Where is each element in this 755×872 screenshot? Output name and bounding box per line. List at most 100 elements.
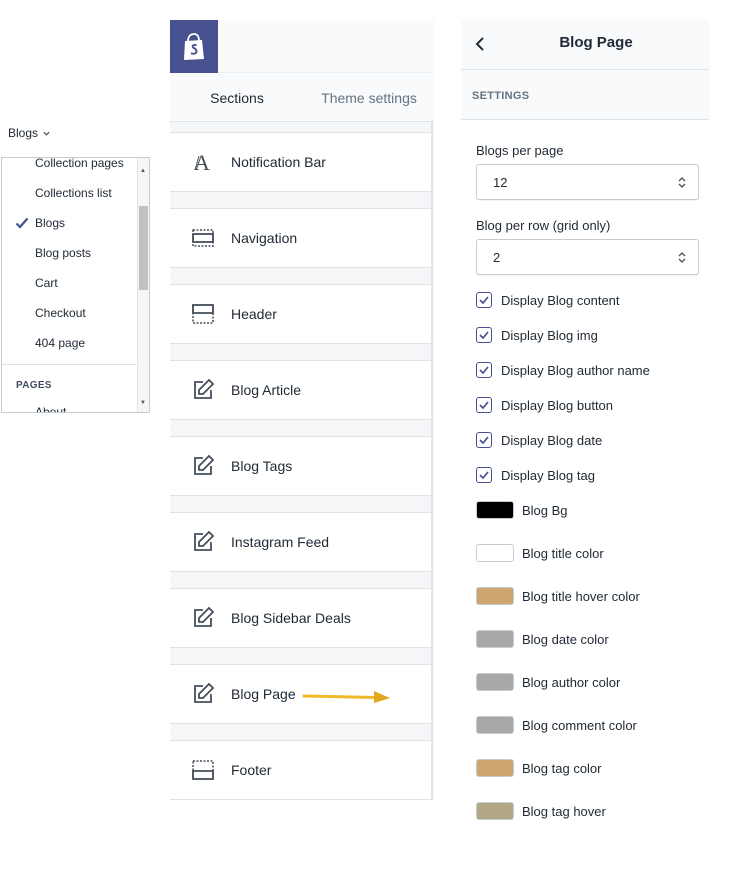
menu-item-label: About — [35, 405, 67, 413]
annotation-arrow-icon — [302, 691, 390, 703]
color-swatch[interactable] — [476, 716, 514, 734]
menu-item-404-page[interactable]: 404 page — [2, 328, 138, 358]
color-setting-blog-date-color[interactable]: Blog date color — [476, 629, 609, 649]
checkmark-icon — [479, 401, 489, 410]
checkbox[interactable] — [476, 362, 492, 378]
select-value: 2 — [493, 250, 501, 265]
checkbox-label: Display Blog date — [501, 432, 603, 448]
checkbox-label: Display Blog img — [501, 327, 598, 343]
color-setting-blog-title-color[interactable]: Blog title color — [476, 543, 604, 563]
tab-theme-settings[interactable]: Theme settings — [304, 73, 434, 122]
color-setting-blog-tag-hover[interactable]: Blog tag hover — [476, 801, 606, 821]
menu-item-collections-list[interactable]: Collections list — [2, 178, 138, 208]
color-swatch[interactable] — [476, 802, 514, 820]
menu-item-blog-posts[interactable]: Blog posts — [2, 238, 138, 268]
checkbox-display-blog-date[interactable]: Display Blog date — [476, 431, 602, 449]
section-label: Header — [231, 306, 277, 322]
color-swatch[interactable] — [476, 630, 514, 648]
section-footer[interactable]: Footer — [170, 740, 431, 800]
section-notification-bar[interactable]: A Notification Bar — [170, 132, 431, 192]
section-label: Instagram Feed — [231, 534, 330, 550]
editor-tabs: Sections Theme settings — [170, 73, 434, 175]
page-selector-menu: Collection pages Collections list Blogs … — [1, 157, 150, 413]
shopify-logo[interactable] — [170, 20, 218, 73]
menu-item-label: Collection pages — [35, 157, 124, 170]
blogs-per-page-label: Blogs per page — [476, 143, 564, 158]
tab-sections[interactable]: Sections — [170, 73, 304, 122]
settings-subheader: SETTINGS — [461, 70, 709, 120]
svg-text:A: A — [194, 150, 210, 174]
menu-item-blogs[interactable]: Blogs — [2, 208, 138, 238]
color-label: Blog tag color — [522, 760, 602, 776]
menu-item-label: Checkout — [35, 306, 86, 320]
blogs-per-row-select[interactable]: 2 — [476, 239, 699, 275]
blogs-per-page-select[interactable]: 12 — [476, 164, 699, 200]
section-label: Blog Tags — [231, 458, 293, 474]
color-setting-blog-title-hover-color[interactable]: Blog title hover color — [476, 586, 640, 606]
menu-item-checkout[interactable]: Checkout — [2, 298, 138, 328]
color-swatch[interactable] — [476, 587, 514, 605]
settings-header: Blog Page — [461, 19, 709, 70]
checkbox-display-blog-button[interactable]: Display Blog button — [476, 396, 613, 414]
page-selector-label: Blogs — [8, 126, 39, 140]
color-label: Blog Bg — [522, 502, 568, 518]
checkbox-display-blog-img[interactable]: Display Blog img — [476, 326, 598, 344]
section-blog-article[interactable]: Blog Article — [170, 360, 431, 420]
color-label: Blog title color — [522, 545, 604, 561]
section-navigation[interactable]: Navigation — [170, 208, 431, 268]
section-blog-sidebar-deals[interactable]: Blog Sidebar Deals — [170, 588, 431, 648]
edit-icon — [194, 454, 215, 475]
section-label: Notification Bar — [231, 154, 326, 170]
color-swatch[interactable] — [476, 501, 514, 519]
checkbox-label: Display Blog tag — [501, 467, 595, 483]
color-swatch[interactable] — [476, 759, 514, 777]
section-instagram-feed[interactable]: Instagram Feed — [170, 512, 431, 572]
navigation-layout-icon — [192, 229, 214, 247]
page-selector-dropdown[interactable]: Blogs — [8, 126, 51, 140]
blogs-per-row-label: Blog per row (grid only) — [476, 218, 611, 233]
color-setting-blog-author-color[interactable]: Blog author color — [476, 672, 620, 692]
color-setting-blog-bg[interactable]: Blog Bg — [476, 500, 568, 520]
footer-layout-icon — [192, 760, 214, 780]
text-icon: A — [194, 150, 210, 174]
menu-item-label: Cart — [35, 276, 58, 290]
checkbox[interactable] — [476, 467, 492, 483]
checkbox[interactable] — [476, 327, 492, 343]
checkbox-display-blog-author-name[interactable]: Display Blog author name — [476, 361, 650, 379]
theme-editor-sidebar: Sections Theme settings A Notification B… — [170, 20, 434, 800]
menu-item-cart[interactable]: Cart — [2, 268, 138, 298]
section-label: Navigation — [231, 230, 298, 246]
edit-icon — [194, 378, 215, 399]
menu-scrollbar[interactable]: ▲ ▼ — [137, 158, 149, 412]
scroll-up-arrow-icon[interactable]: ▲ — [140, 168, 146, 174]
checkmark-icon — [479, 471, 489, 480]
checkbox-display-blog-content[interactable]: Display Blog content — [476, 291, 620, 309]
menu-item-about[interactable]: About — [2, 397, 138, 413]
checkbox-label: Display Blog author name — [501, 362, 650, 378]
menu-item-label: Blogs — [35, 216, 66, 230]
scrollbar-thumb[interactable] — [139, 206, 148, 290]
color-label: Blog title hover color — [522, 588, 640, 604]
section-header[interactable]: Header — [170, 284, 431, 344]
edit-icon — [194, 682, 215, 703]
checkmark-icon — [479, 436, 489, 445]
editor-scrollbar[interactable] — [431, 122, 433, 800]
section-blog-tags[interactable]: Blog Tags — [170, 436, 431, 496]
color-swatch[interactable] — [476, 673, 514, 691]
menu-group-heading: PAGES — [16, 380, 52, 391]
menu-item-collection-pages[interactable]: Collection pages — [2, 157, 138, 178]
header-layout-icon — [192, 304, 214, 324]
back-arrow-icon[interactable] — [469, 33, 491, 55]
scroll-down-arrow-icon[interactable]: ▼ — [140, 400, 146, 406]
color-setting-blog-comment-color[interactable]: Blog comment color — [476, 715, 637, 735]
color-setting-blog-tag-color[interactable]: Blog tag color — [476, 758, 602, 778]
color-label: Blog comment color — [522, 717, 637, 733]
edit-icon — [194, 606, 215, 627]
color-swatch[interactable] — [476, 544, 514, 562]
checkbox[interactable] — [476, 292, 492, 308]
checkbox-display-blog-tag[interactable]: Display Blog tag — [476, 466, 595, 484]
checkbox[interactable] — [476, 397, 492, 413]
editor-topbar — [170, 20, 434, 73]
checkmark-icon — [479, 366, 489, 375]
checkbox[interactable] — [476, 432, 492, 448]
